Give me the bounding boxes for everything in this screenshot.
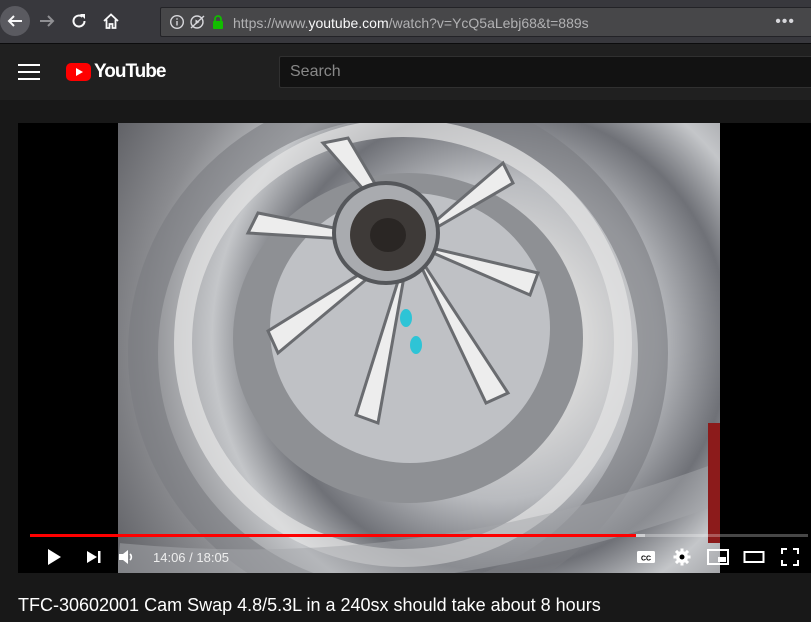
menu-icon [18,64,40,66]
menu-icon-bar [18,71,40,73]
miniplayer-icon [707,549,729,565]
forward-button[interactable] [32,6,62,36]
menu-icon-bar [18,78,40,80]
theater-icon [743,551,765,563]
red-surface [708,423,720,543]
play-button[interactable] [42,545,66,569]
home-button[interactable] [96,6,126,36]
miniplayer-button[interactable] [707,545,729,569]
menu-button[interactable] [18,62,40,82]
url-domain: youtube.com [308,15,389,31]
browser-toolbar: https://www.youtube.com/watch?v=YcQ5aLeb… [0,0,811,44]
url-prefix: https://www. [233,15,309,31]
video-title: TFC-30602001 Cam Swap 4.8/5.3L in a 240s… [18,595,601,615]
back-button[interactable] [0,6,30,36]
time-total: 18:05 [196,550,229,565]
youtube-header: YouTube [0,44,811,100]
page-actions-button[interactable]: ••• [775,13,795,31]
url-text[interactable]: https://www.youtube.com/watch?v=YcQ5aLeb… [233,15,589,31]
settings-icon [673,548,691,566]
volume-icon [119,550,133,564]
info-icon[interactable] [169,14,185,30]
youtube-logo-icon [66,63,91,81]
autoplay-blocked-icon[interactable] [189,14,207,30]
search-box[interactable] [279,56,811,88]
fullscreen-button[interactable] [780,545,800,569]
youtube-logo[interactable]: YouTube [66,61,166,83]
next-button[interactable] [84,545,104,569]
video-player[interactable]: 14:06 / 18:05 CC [18,123,811,573]
settings-button[interactable] [672,545,692,569]
captions-button[interactable]: CC [636,545,656,569]
play-icon [48,549,61,565]
forward-icon [40,15,55,27]
volume-button[interactable] [117,545,137,569]
player-controls: 14:06 / 18:05 CC [18,541,811,573]
reload-icon [72,14,86,28]
progress-played [30,534,637,537]
url-suffix: /watch?v=YcQ5aLebj68&t=889s [388,15,589,31]
address-bar[interactable]: https://www.youtube.com/watch?v=YcQ5aLeb… [160,7,811,37]
captions-icon: CC [637,551,655,563]
url-status-icons [169,14,225,30]
home-icon [103,13,119,29]
progress-bar[interactable] [30,534,808,537]
reload-button[interactable] [64,6,94,36]
time-display: 14:06 / 18:05 [153,550,229,565]
search-input[interactable] [280,57,811,87]
svg-text:CC: CC [641,556,651,563]
lock-icon[interactable] [211,14,225,30]
time-separator: / [185,550,197,565]
video-frame[interactable] [118,123,720,573]
fullscreen-icon [781,548,799,566]
next-icon [87,551,101,563]
theater-mode-button[interactable] [743,545,765,569]
back-icon [7,15,22,27]
youtube-logo-text: YouTube [94,61,166,82]
turbo-compressor-image [118,123,720,573]
time-current: 14:06 [153,550,186,565]
